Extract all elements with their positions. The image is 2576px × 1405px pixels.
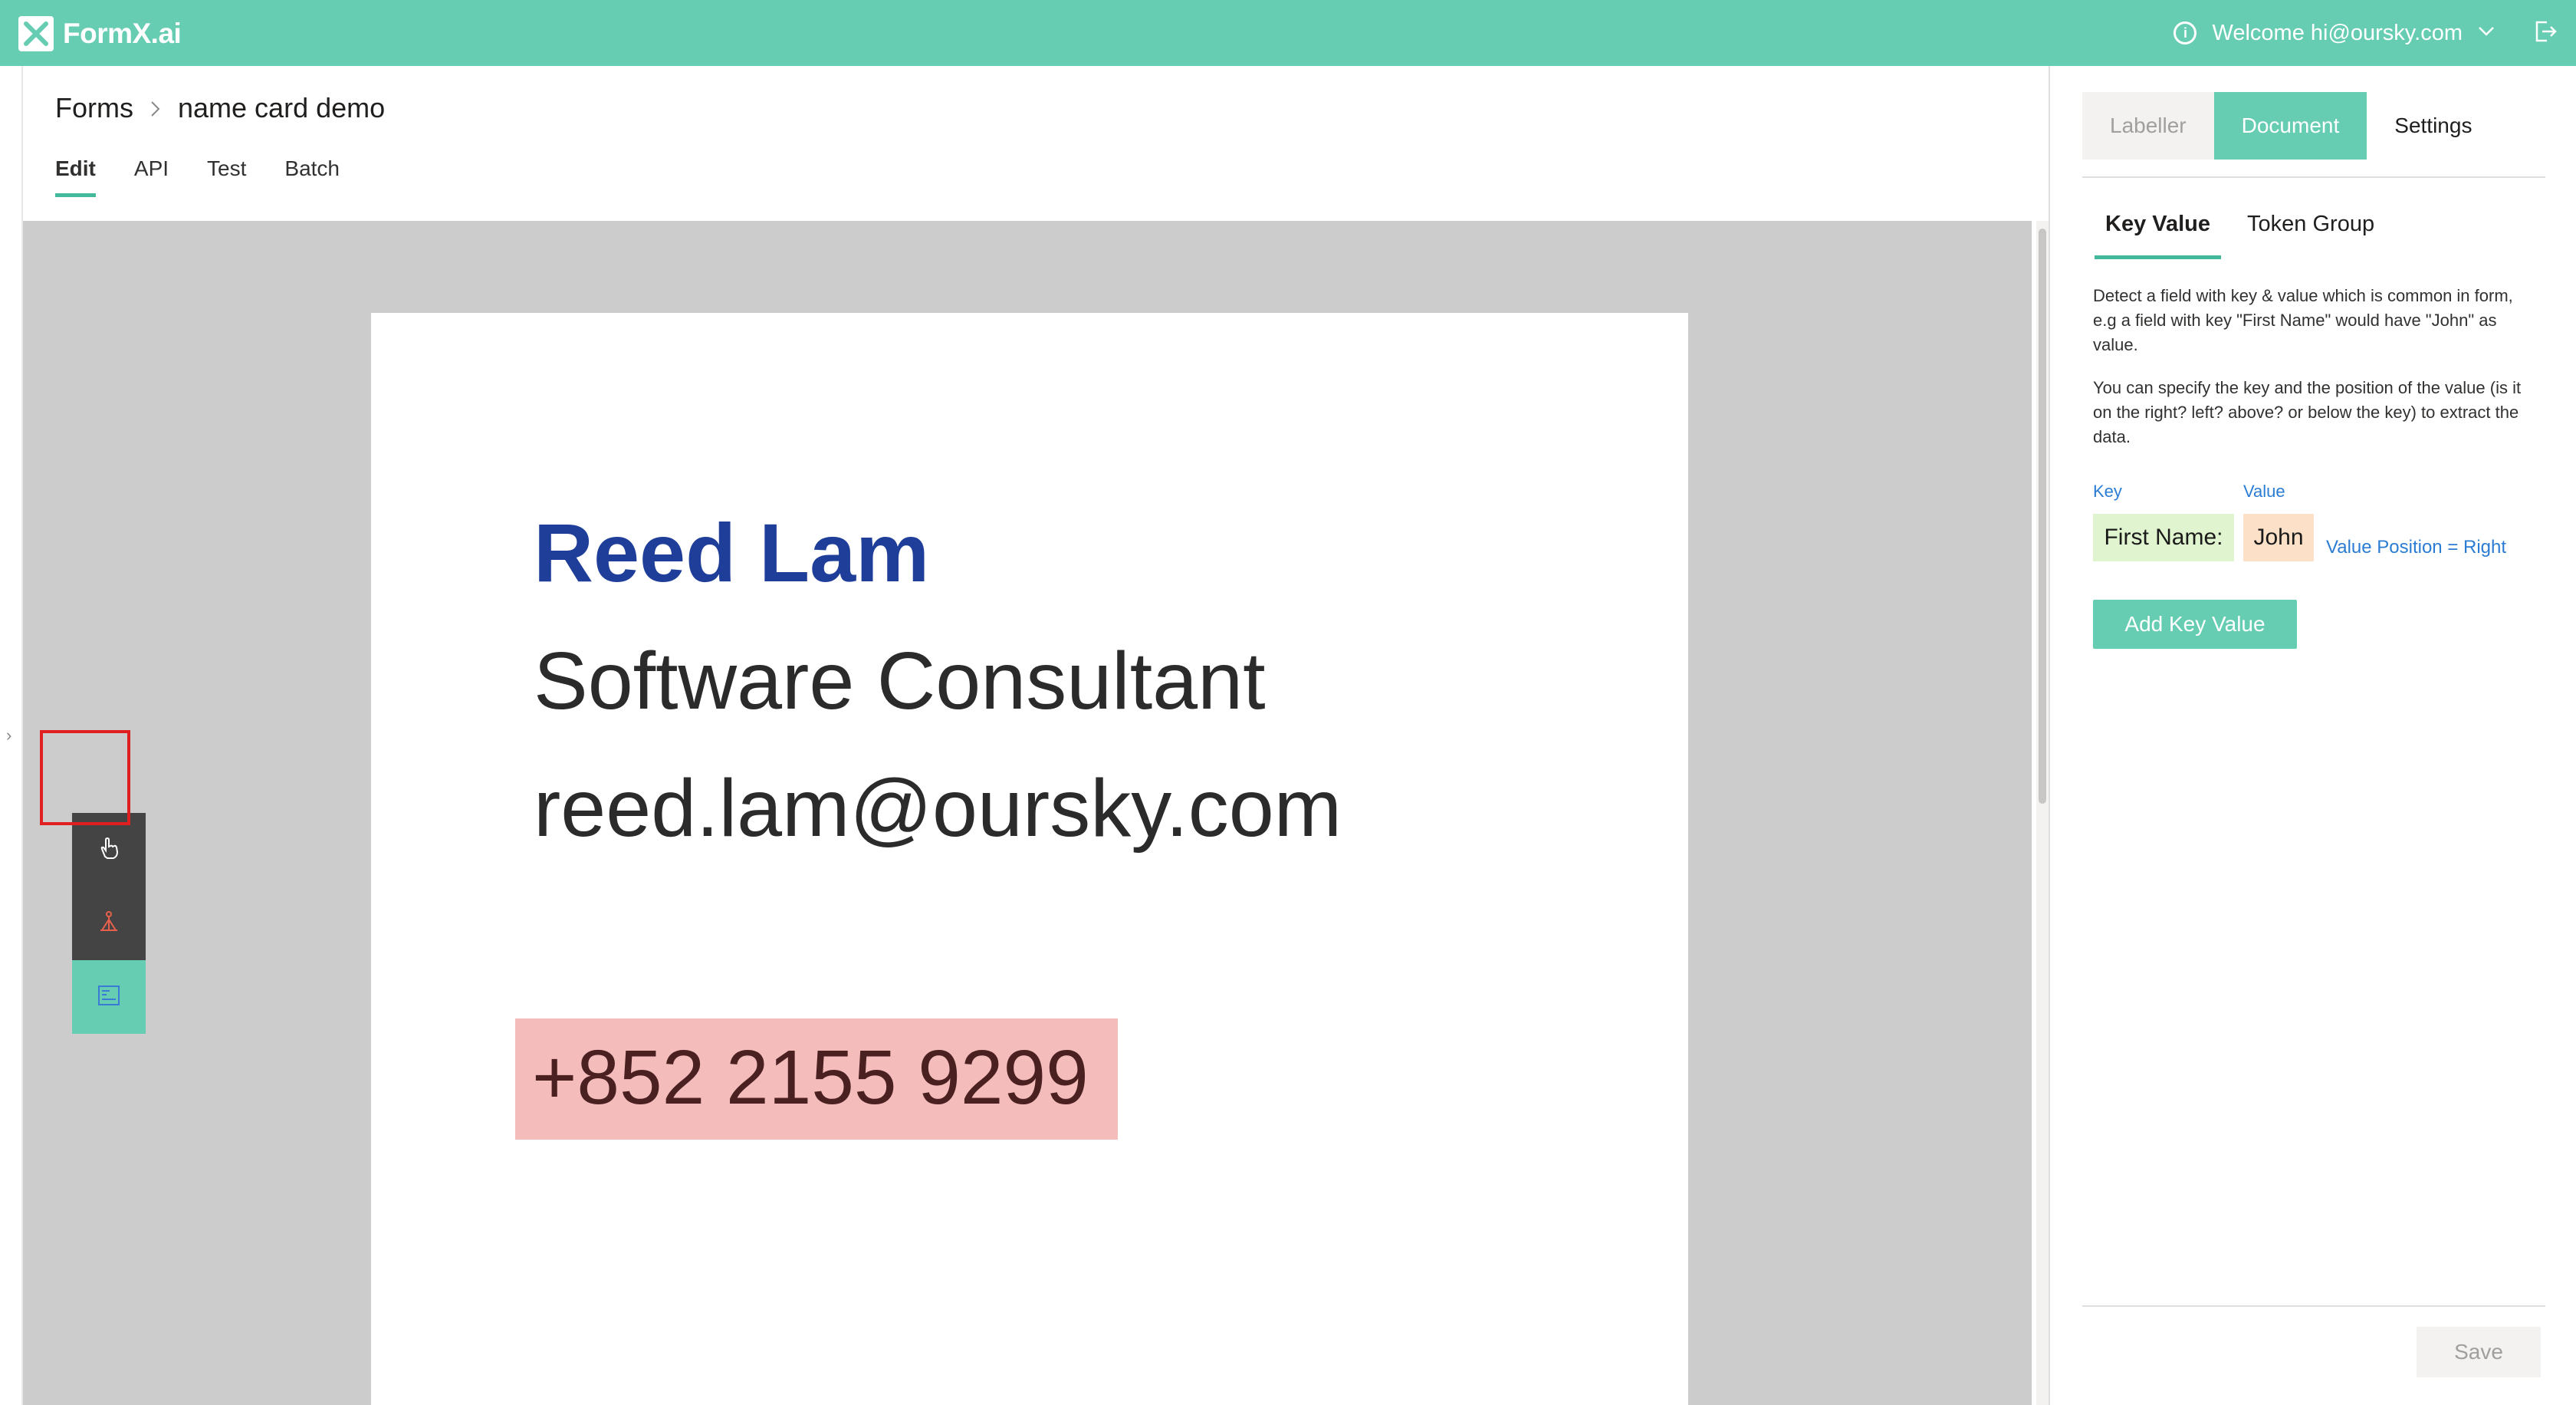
example-value-label: Value <box>2243 482 2285 501</box>
example-value-box: John <box>2243 514 2314 561</box>
card-name: Reed Lam <box>534 506 930 599</box>
chevron-down-icon[interactable] <box>2478 26 2495 41</box>
tab-key-value[interactable]: Key Value <box>2095 212 2222 259</box>
document-image[interactable]: Reed Lam Software Consultant reed.lam@ou… <box>371 313 1688 1405</box>
tab-labeller[interactable]: Labeller <box>2082 92 2214 160</box>
card-phone: +852 2155 9299 <box>532 1035 1089 1120</box>
detection-region-tool-button[interactable] <box>72 960 146 1034</box>
card-email: reed.lam@oursky.com <box>534 763 1342 854</box>
tool-palette <box>72 813 146 1035</box>
breadcrumb-current: name card demo <box>178 92 386 123</box>
right-panel: Labeller Document Settings Key Value Tok… <box>2049 66 2576 1405</box>
anchor-icon <box>96 909 122 939</box>
detection-region-icon <box>96 982 122 1012</box>
user-area: i Welcome hi@oursky.com <box>2174 0 2576 66</box>
key-value-description: Detect a field with key & value which is… <box>2093 286 2513 354</box>
left-rail: › <box>0 66 23 1405</box>
expand-chevron-icon[interactable]: › <box>6 726 12 745</box>
selected-tool-highlight <box>40 730 130 825</box>
breadcrumb: Forms name card demo <box>55 92 385 124</box>
panel-tabs: Labeller Document Settings <box>2082 92 2499 160</box>
document-canvas[interactable]: Reed Lam Software Consultant reed.lam@ou… <box>23 221 2032 1405</box>
app-logo[interactable]: FormX.ai <box>18 16 182 51</box>
logo-text: FormX.ai <box>63 18 182 49</box>
page-header: Forms name card demo Edit API Test Batch <box>23 66 2032 219</box>
scrollbar-thumb[interactable] <box>2039 229 2046 804</box>
tab-settings[interactable]: Settings <box>2367 92 2499 160</box>
anchor-tool-button[interactable] <box>72 887 146 960</box>
breadcrumb-forms[interactable]: Forms <box>55 92 133 124</box>
pointer-hand-icon <box>96 835 122 865</box>
tab-document[interactable]: Document <box>2213 92 2367 160</box>
logout-icon[interactable] <box>2533 19 2558 48</box>
top-bar: FormX.ai i Welcome hi@oursky.com <box>0 0 2576 66</box>
example-position-text: Value Position = Right <box>2326 537 2507 558</box>
panel-divider <box>2082 176 2545 178</box>
tab-test[interactable]: Test <box>207 156 246 197</box>
formx-logo-icon <box>18 16 54 51</box>
save-button[interactable]: Save <box>2417 1327 2541 1377</box>
tab-api[interactable]: API <box>134 156 169 197</box>
example-key-label: Key <box>2093 482 2122 501</box>
main-tabs: Edit API Test Batch <box>55 156 378 197</box>
detection-region[interactable]: +852 2155 9299 <box>515 1018 1118 1140</box>
tab-token-group[interactable]: Token Group <box>2236 212 2385 259</box>
welcome-text[interactable]: Welcome hi@oursky.com <box>2212 21 2463 46</box>
canvas-scrollbar[interactable] <box>2036 221 2049 1405</box>
card-title: Software Consultant <box>534 636 1266 726</box>
example-key-box: First Name: <box>2093 514 2234 561</box>
sub-tabs: Key Value Token Group <box>2095 212 2400 259</box>
bottom-divider <box>2082 1305 2545 1307</box>
breadcrumb-separator-icon <box>150 92 161 124</box>
add-key-value-button[interactable]: Add Key Value <box>2093 600 2297 649</box>
info-icon[interactable]: i <box>2174 21 2197 44</box>
tab-batch[interactable]: Batch <box>284 156 340 197</box>
key-value-position-description: You can specify the key and the position… <box>2093 378 2522 446</box>
tab-edit[interactable]: Edit <box>55 156 96 197</box>
